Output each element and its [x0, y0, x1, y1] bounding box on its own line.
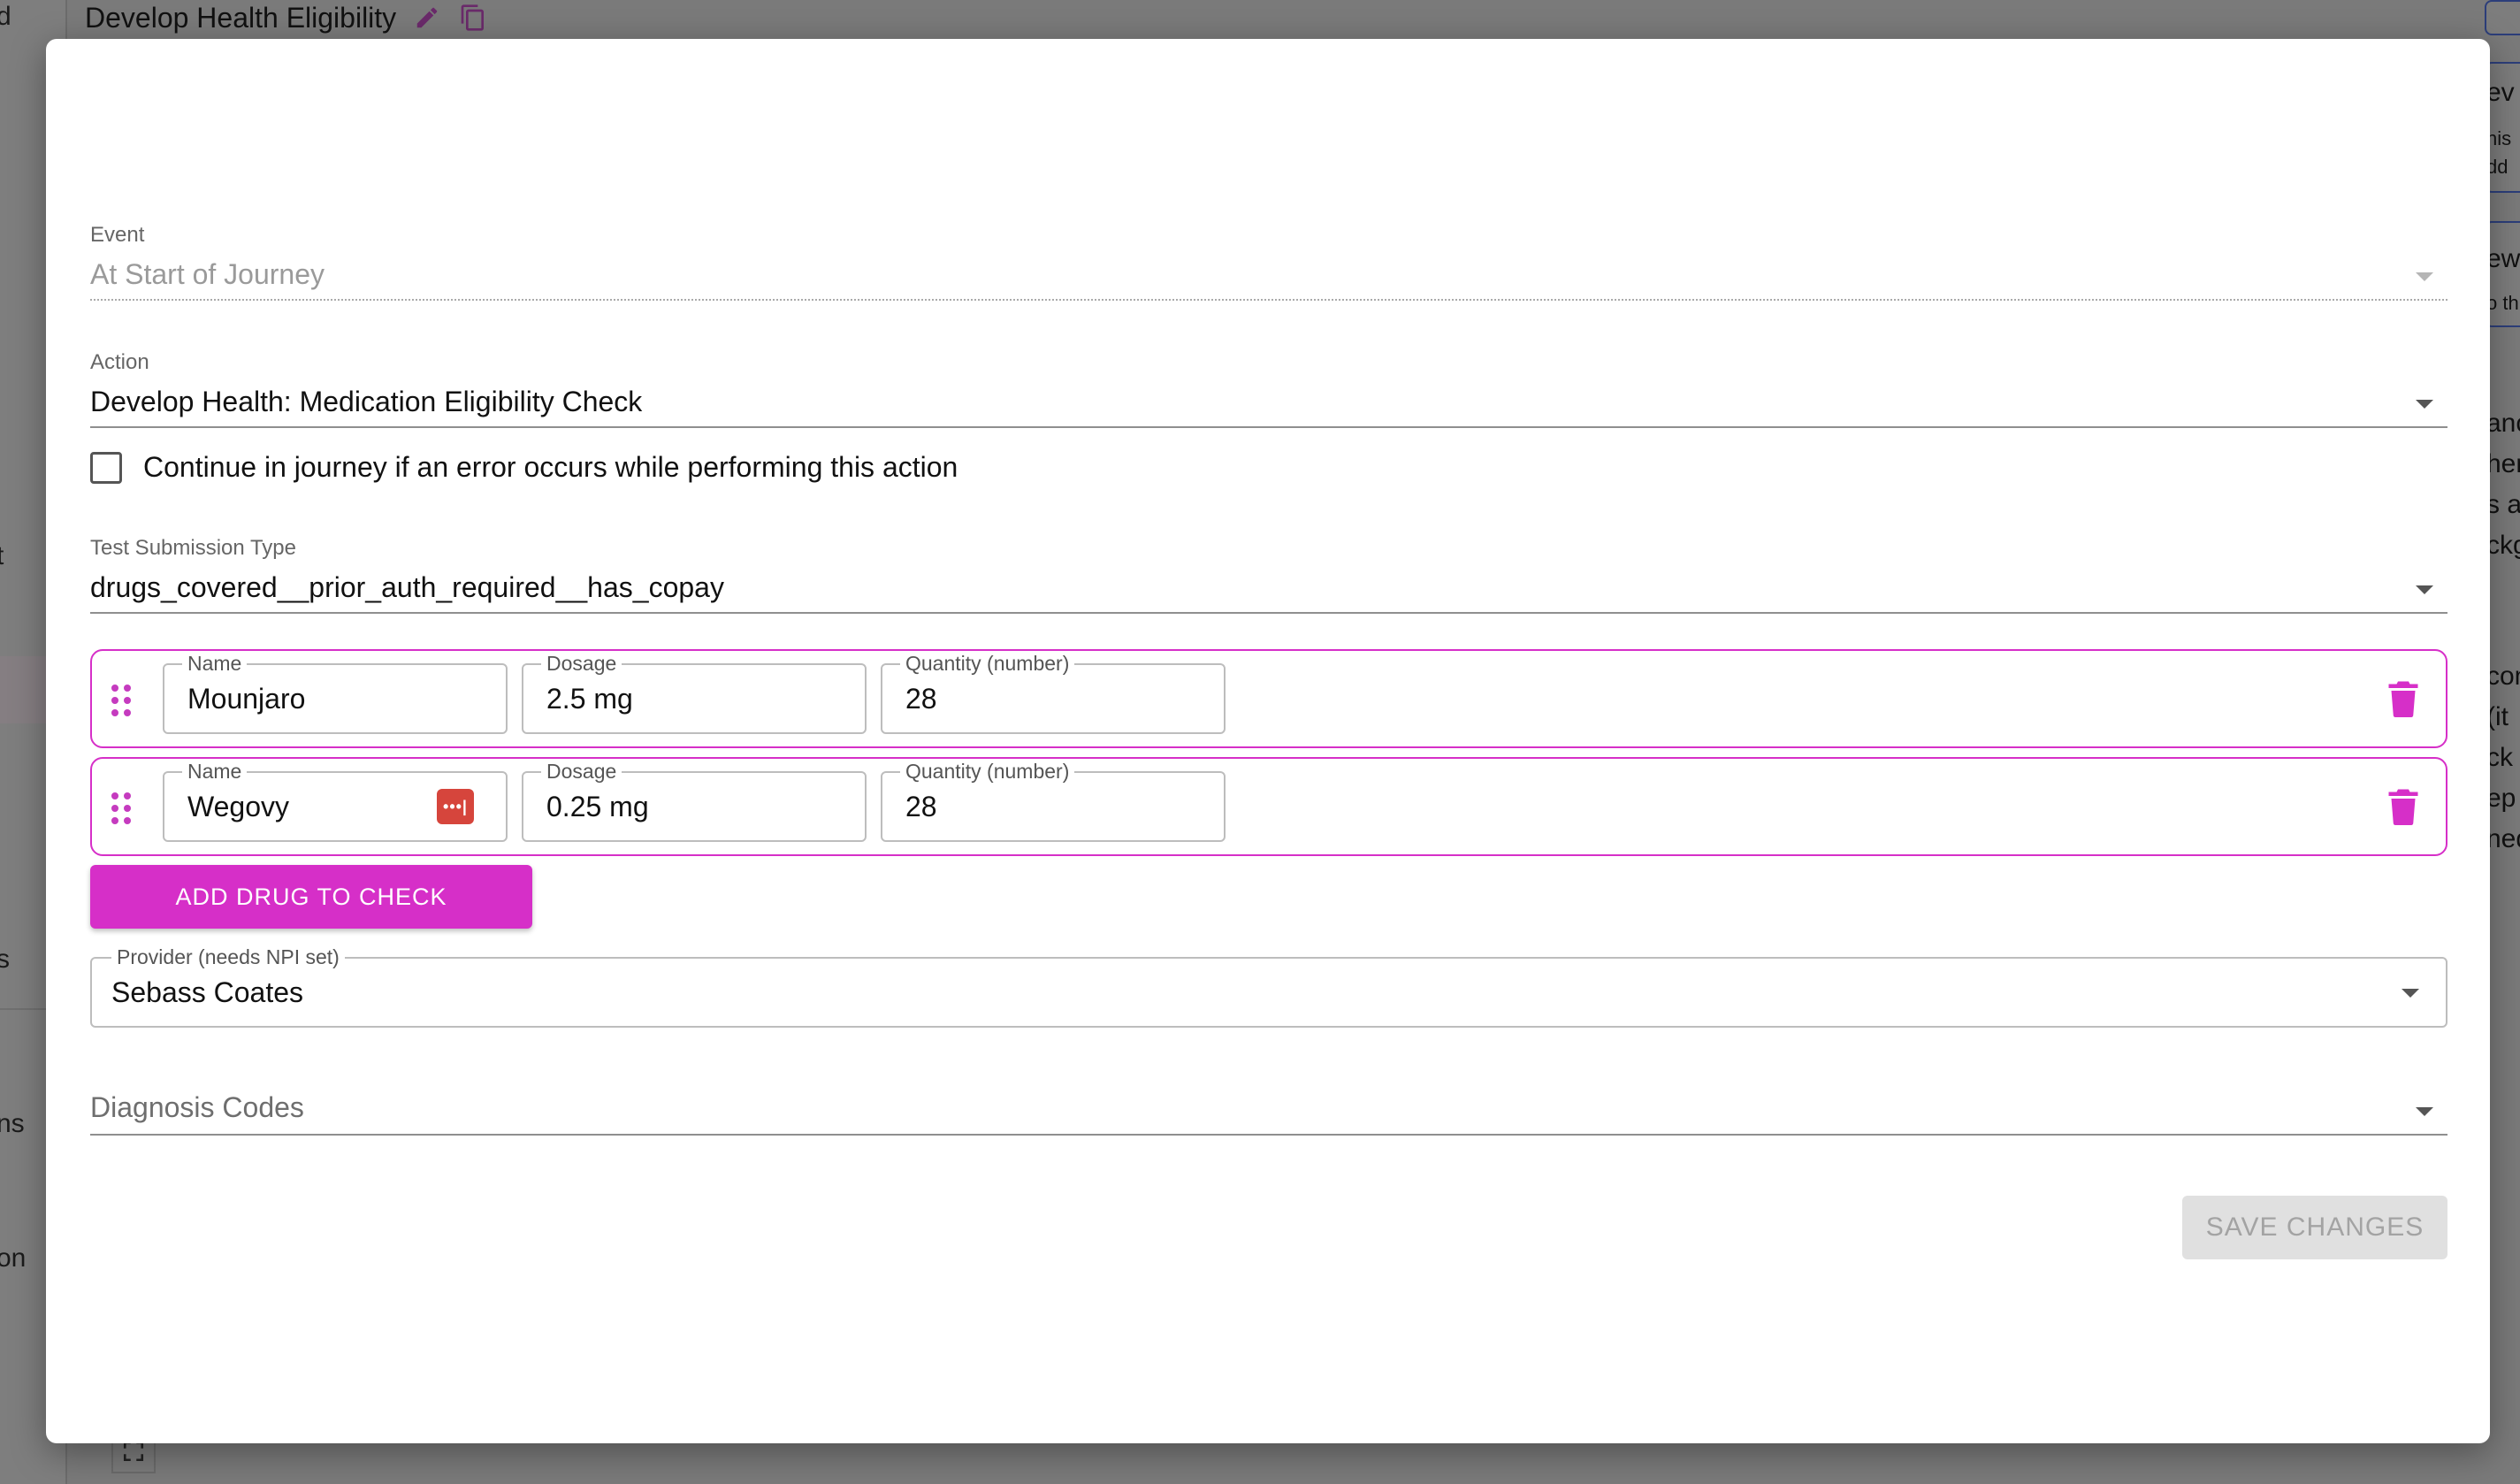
chevron-down-icon[interactable]	[2402, 989, 2419, 998]
drug-dosage-label: Dosage	[541, 759, 622, 784]
pencil-icon[interactable]	[412, 3, 442, 33]
provider-select[interactable]: Provider (needs NPI set) Sebass Coates	[90, 945, 2447, 1028]
background-right-text: anc	[2486, 409, 2520, 438]
drug-dosage-label: Dosage	[541, 651, 622, 676]
background-right-card	[2485, 0, 2520, 35]
chevron-down-icon	[2416, 272, 2433, 281]
background-left-text: ns	[0, 1109, 25, 1138]
background-right-text: ned	[2486, 824, 2520, 853]
background-right-text: ep	[2486, 784, 2516, 813]
diagnosis-codes-underline	[90, 1134, 2447, 1136]
continue-on-error-label[interactable]: Continue in journey if an error occurs w…	[143, 451, 958, 484]
drag-handle-icon[interactable]	[111, 792, 131, 824]
save-changes-button[interactable]: SAVE CHANGES	[2182, 1196, 2447, 1259]
background-left-text: on	[0, 1243, 27, 1273]
chevron-down-icon[interactable]	[2416, 1107, 2433, 1116]
background-right-text: ew	[2486, 244, 2520, 273]
provider-label: Provider (needs NPI set)	[111, 945, 345, 969]
background-right-text: con	[2486, 662, 2520, 691]
drug-name-label: Name	[182, 759, 248, 784]
background-right-text: ev	[2486, 78, 2515, 107]
action-label: Action	[90, 350, 149, 374]
drug-dosage-value: 2.5 mg	[546, 683, 633, 715]
background-left-text: s	[0, 945, 10, 974]
trash-icon[interactable]	[2387, 679, 2419, 718]
diagnosis-codes-placeholder: Diagnosis Codes	[90, 1091, 304, 1123]
password-manager-icon[interactable]: •••|	[437, 789, 474, 824]
drug-row: Name Wegovy •••| Dosage 0.25 mg Quantity…	[90, 757, 2447, 856]
action-select[interactable]: Develop Health: Medication Eligibility C…	[90, 379, 2447, 428]
continue-on-error-checkbox[interactable]	[90, 451, 122, 484]
test-submission-type-label: Test Submission Type	[90, 536, 297, 560]
background-right-text: ckg	[2486, 531, 2520, 560]
drug-name-field[interactable]: Name Wegovy •••|	[163, 759, 508, 842]
event-select: At Start of Journey	[90, 251, 2447, 301]
background-header: Develop Health Eligibility	[85, 0, 488, 35]
drug-quantity-field[interactable]: Quantity (number) 28	[881, 651, 1226, 734]
background-right-text: her	[2486, 449, 2520, 478]
drug-name-value: Mounjaro	[187, 683, 306, 715]
trash-icon[interactable]	[2387, 787, 2419, 826]
provider-value: Sebass Coates	[111, 976, 304, 1008]
drug-quantity-label: Quantity (number)	[900, 759, 1075, 784]
drug-quantity-field[interactable]: Quantity (number) 28	[881, 759, 1226, 842]
background-right-text: s a	[2486, 490, 2520, 519]
background-right-text: (it	[2486, 702, 2509, 731]
test-submission-type-select[interactable]: drugs_covered__prior_auth_required__has_…	[90, 564, 2447, 614]
drug-quantity-label: Quantity (number)	[900, 651, 1075, 676]
event-value: At Start of Journey	[90, 258, 325, 290]
diagnosis-codes-select[interactable]: Diagnosis Codes	[90, 1086, 2447, 1136]
background-right-text: ck	[2486, 743, 2513, 772]
drug-dosage-field[interactable]: Dosage 0.25 mg	[522, 759, 867, 842]
action-value: Develop Health: Medication Eligibility C…	[90, 386, 643, 417]
drag-handle-icon[interactable]	[111, 685, 131, 716]
test-submission-type-underline	[90, 612, 2447, 614]
edit-action-modal: Event At Start of Journey Action Develop…	[46, 39, 2490, 1443]
test-submission-type-value: drugs_covered__prior_auth_required__has_…	[90, 571, 724, 603]
background-right-text: his	[2486, 127, 2512, 149]
background-left-text: t	[0, 541, 4, 570]
page-title: Develop Health Eligibility	[85, 1, 397, 34]
event-underline	[90, 299, 2447, 301]
drug-name-label: Name	[182, 651, 248, 676]
chevron-down-icon[interactable]	[2416, 585, 2433, 594]
background-right-text: o th	[2486, 292, 2519, 314]
drug-row: Name Mounjaro Dosage 2.5 mg Quantity (nu…	[90, 649, 2447, 748]
continue-on-error-row[interactable]: Continue in journey if an error occurs w…	[90, 451, 958, 484]
background-right-text: dd	[2486, 156, 2509, 178]
drug-quantity-value: 28	[905, 683, 937, 715]
drug-dosage-field[interactable]: Dosage 2.5 mg	[522, 651, 867, 734]
action-underline	[90, 426, 2447, 428]
drug-name-field[interactable]: Name Mounjaro	[163, 651, 508, 734]
background-left-text: d	[0, 2, 11, 31]
drug-quantity-value: 28	[905, 791, 937, 822]
drug-dosage-value: 0.25 mg	[546, 791, 649, 822]
add-drug-button[interactable]: ADD DRUG TO CHECK	[90, 865, 532, 929]
chevron-down-icon[interactable]	[2416, 400, 2433, 409]
drug-name-value: Wegovy	[187, 791, 290, 822]
event-label: Event	[90, 223, 145, 247]
copy-icon[interactable]	[458, 3, 488, 33]
